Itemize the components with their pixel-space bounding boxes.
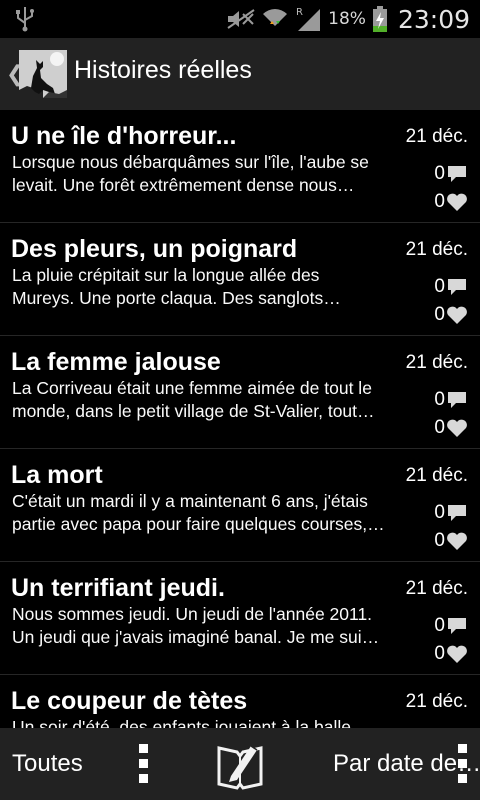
status-icons: R 18% 23:09: [226, 0, 470, 38]
story-date: 21 déc.: [405, 465, 468, 486]
story-date: 21 déc.: [405, 126, 468, 147]
like-count: 0: [434, 643, 468, 665]
comment-count-value: 0: [434, 276, 445, 297]
comment-icon: [448, 279, 466, 295]
like-count: 0: [434, 304, 468, 326]
like-count-value: 0: [434, 417, 445, 438]
excerpt-line: Nous sommes jeudi. Un jeudi de l'année 2…: [12, 604, 373, 624]
story-excerpt: Lorsque nous débarquâmes sur l'île, l'au…: [12, 151, 417, 197]
action-bar: ❮ Histoires réelles: [0, 38, 480, 110]
compose-story-icon[interactable]: [215, 738, 265, 790]
usb-icon: [16, 7, 34, 32]
excerpt-line: La pluie crépitait sur la longue allée d…: [12, 265, 320, 285]
excerpt-line: Lorsque nous débarquâmes sur l'île, l'au…: [12, 152, 369, 172]
excerpt-line: partie avec papa pour faire quelques cou…: [12, 514, 385, 534]
story-item[interactable]: Le coupeur de tètes 21 déc. Un soir d'ét…: [0, 675, 480, 728]
heart-icon: [447, 532, 467, 550]
battery-charging-icon: [372, 6, 387, 32]
comment-icon: [448, 505, 466, 521]
story-date: 21 déc.: [405, 352, 468, 373]
excerpt-line: C'était un mardi il y a maintenant 6 ans…: [12, 491, 368, 511]
story-item[interactable]: Un terrifiant jeudi. 21 déc. Nous sommes…: [0, 562, 480, 675]
like-count: 0: [434, 191, 468, 213]
like-count-value: 0: [434, 643, 445, 664]
excerpt-line: Un soir d'été, des enfants jouaient à la…: [12, 717, 351, 728]
heart-icon: [447, 645, 467, 663]
comment-count: 0: [434, 615, 468, 637]
like-count-value: 0: [434, 191, 445, 212]
story-title: U ne île d'horreur...: [11, 122, 237, 150]
wifi-icon: [263, 9, 288, 26]
story-title: Des pleurs, un poignard: [11, 235, 298, 263]
story-title: La femme jalouse: [11, 348, 221, 376]
comment-icon: [448, 166, 466, 182]
excerpt-line: La Corriveau était une femme aimée de to…: [12, 378, 372, 398]
story-item[interactable]: U ne île d'horreur... 21 déc. Lorsque no…: [0, 110, 480, 223]
like-count: 0: [434, 530, 468, 552]
comment-count-value: 0: [434, 389, 445, 410]
comment-icon: [448, 618, 466, 634]
story-title: La mort: [11, 461, 103, 489]
excerpt-line: Un jeudi que j'avais imaginé banal. Je m…: [12, 627, 380, 647]
filter-spinner[interactable]: Toutes: [12, 750, 83, 778]
mute-icon: [227, 9, 255, 29]
story-title: Le coupeur de tètes: [11, 687, 248, 715]
like-count-value: 0: [434, 530, 445, 551]
heart-icon: [447, 193, 467, 211]
wolf-app-icon[interactable]: [19, 50, 67, 98]
overflow-menu-icon[interactable]: [139, 744, 149, 784]
story-excerpt: La pluie crépitait sur la longue allée d…: [12, 264, 417, 310]
clock: 23:09: [397, 4, 470, 34]
comment-count: 0: [434, 502, 468, 524]
page-title: Histoires réelles: [74, 56, 252, 84]
story-item[interactable]: La femme jalouse 21 déc. La Corriveau ét…: [0, 336, 480, 449]
heart-icon: [447, 306, 467, 324]
heart-icon: [447, 419, 467, 437]
story-item[interactable]: La mort 21 déc. C'était un mardi il y a …: [0, 449, 480, 562]
story-list: U ne île d'horreur... 21 déc. Lorsque no…: [0, 110, 480, 728]
like-count-value: 0: [434, 304, 445, 325]
excerpt-line: Mureys. Une porte claqua. Des sanglots…: [12, 288, 341, 308]
comment-count-value: 0: [434, 163, 445, 184]
comment-count-value: 0: [434, 502, 445, 523]
bottom-action-bar: Toutes Par date de…: [0, 728, 480, 800]
sort-menu-icon[interactable]: [458, 744, 468, 784]
excerpt-line: monde, dans le petit village de St-Valie…: [12, 401, 375, 421]
like-count: 0: [434, 417, 468, 439]
story-title: Un terrifiant jeudi.: [11, 574, 225, 602]
comment-count: 0: [434, 276, 468, 298]
comment-count: 0: [434, 163, 468, 185]
story-item[interactable]: Des pleurs, un poignard 21 déc. La pluie…: [0, 223, 480, 336]
comment-icon: [448, 392, 466, 408]
comment-count: 0: [434, 389, 468, 411]
story-excerpt: Nous sommes jeudi. Un jeudi de l'année 2…: [12, 603, 417, 649]
comment-count-value: 0: [434, 615, 445, 636]
story-excerpt: Un soir d'été, des enfants jouaient à la…: [12, 716, 417, 728]
status-bar: R 18% 23:09: [0, 0, 480, 38]
battery-percent: 18%: [328, 9, 366, 29]
story-excerpt: La Corriveau était une femme aimée de to…: [12, 377, 417, 423]
story-date: 21 déc.: [405, 691, 468, 712]
excerpt-line: levait. Une forêt extrêmement dense nous…: [12, 175, 355, 195]
story-date: 21 déc.: [405, 578, 468, 599]
svg-text:R: R: [296, 7, 303, 18]
signal-icon: R: [296, 7, 321, 31]
story-date: 21 déc.: [405, 239, 468, 260]
story-excerpt: C'était un mardi il y a maintenant 6 ans…: [12, 490, 417, 536]
